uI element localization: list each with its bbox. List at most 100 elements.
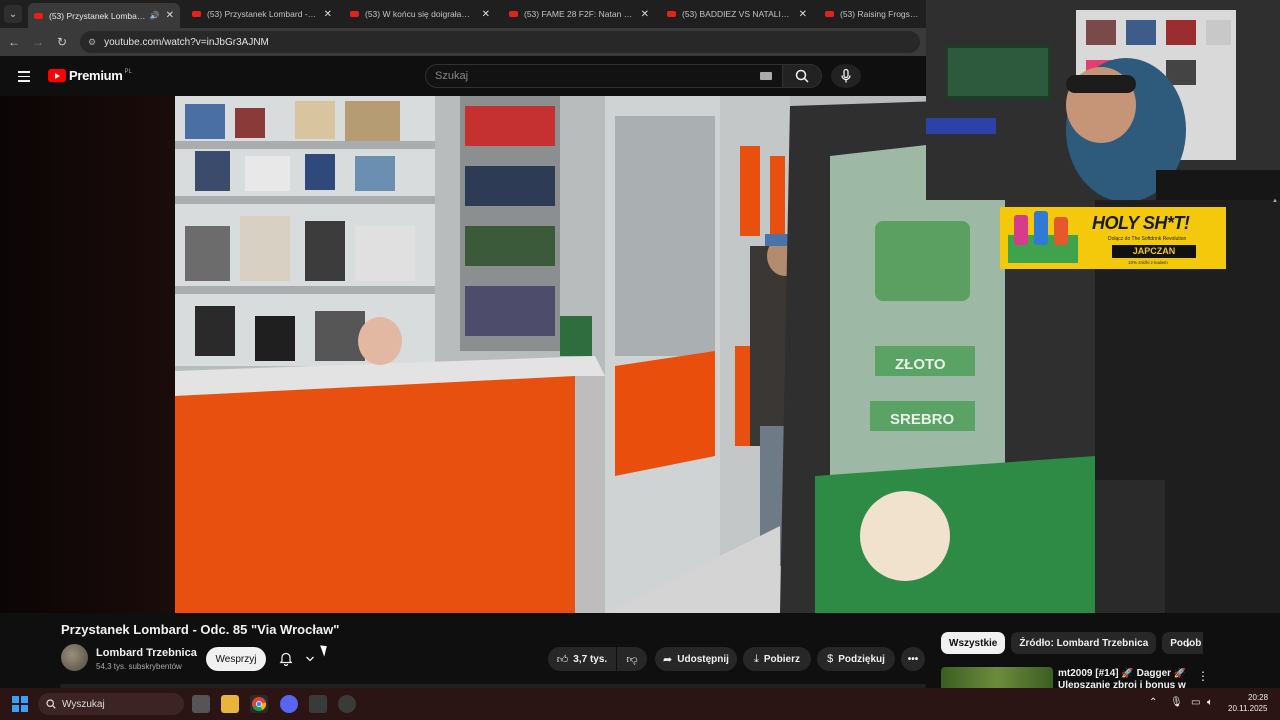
- windows-start-icon[interactable]: [12, 696, 28, 712]
- chevron-right-icon[interactable]: ›: [1186, 637, 1200, 651]
- search-icon: [795, 69, 809, 83]
- site-info-icon[interactable]: ⚙: [88, 37, 96, 48]
- download-label: Pobierz: [763, 653, 800, 665]
- address-bar[interactable]: ⚙ youtube.com/watch?v=inJbGr3AJNM: [80, 31, 920, 53]
- ad-discount: 10% zniżki z kodem: [1128, 260, 1168, 265]
- tab-title: (53) BADDIEZ VS NATALIE WAY: [682, 9, 793, 19]
- discord-icon[interactable]: [280, 695, 298, 713]
- speaker-icon[interactable]: 🔊: [150, 11, 160, 20]
- browser-tab[interactable]: (53) FAME 28 F2F: Natan Marco ✕: [503, 3, 655, 25]
- search-icon: [46, 699, 56, 709]
- more-vertical-icon[interactable]: ⋮: [1197, 669, 1209, 683]
- taskbar-clock-date[interactable]: 20.11.2025: [1228, 704, 1267, 713]
- bell-icon: [279, 652, 293, 666]
- taskbar-search-input[interactable]: Wyszukaj: [38, 693, 184, 715]
- back-arrow-icon[interactable]: ←: [6, 34, 22, 50]
- chip-source-channel[interactable]: Źródło: Lombard Trzebnica: [1011, 632, 1157, 654]
- ad-brand: JAPCZAN: [1112, 245, 1196, 258]
- download-button[interactable]: ⤓ Pobierz: [743, 647, 811, 671]
- chrome-icon[interactable]: [250, 695, 268, 713]
- country-code: PL: [124, 68, 132, 75]
- more-actions-button[interactable]: •••: [901, 647, 925, 671]
- app-window-icon[interactable]: [309, 695, 327, 713]
- tab-title: (53) Przystanek Lombard - Odc: [207, 9, 318, 19]
- share-button[interactable]: ➦ Udostępnij: [655, 647, 737, 671]
- ad-product-illustration: [1000, 207, 1090, 269]
- youtube-play-logo-icon: [48, 69, 66, 82]
- taskbar-search-placeholder: Wyszukaj: [62, 698, 105, 710]
- taskbar-clock-time[interactable]: 20:28: [1248, 693, 1268, 702]
- ad-tagline: Dołącz do The Softdrink Revolution: [1108, 236, 1187, 242]
- share-arrow-icon: ➦: [663, 653, 673, 666]
- super-thanks-icon: $: [827, 653, 834, 665]
- recommendation-title[interactable]: mt2009 [#14] 🚀 Dagger 🚀 Ulepszanie zbroi…: [1058, 668, 1192, 688]
- close-tab-icon[interactable]: ✕: [641, 9, 649, 20]
- mouse-cursor-icon: [320, 643, 330, 657]
- browser-tab-active[interactable]: (53) Przystanek Lombard - O 🔊 ✕: [28, 3, 180, 28]
- tab-title: (53) Raising Frogs to Pla: [840, 9, 920, 19]
- download-icon: ⤓: [754, 652, 759, 665]
- menu-hamburger-icon[interactable]: [18, 71, 30, 85]
- share-label: Udostępnij: [677, 653, 729, 665]
- dislike-button[interactable]: 👎︎: [617, 647, 647, 671]
- chip-all[interactable]: Wszystkie: [941, 632, 1006, 654]
- youtube-logo[interactable]: Premium PL: [48, 68, 132, 83]
- notification-bell-button[interactable]: [273, 647, 321, 671]
- search-button[interactable]: [782, 64, 822, 88]
- obs-icon[interactable]: [338, 695, 356, 713]
- tray-overflow-chevron-icon[interactable]: ⌃: [1149, 697, 1157, 708]
- video-ambient-left: [0, 96, 175, 613]
- chevron-down-icon: [306, 656, 314, 662]
- chrome-logo-icon: [252, 697, 267, 712]
- like-button[interactable]: 👍︎ 3,7 tys.: [548, 647, 616, 671]
- support-button[interactable]: Wesprzyj: [206, 647, 266, 671]
- volume-icon[interactable]: 🔈︎: [1207, 697, 1213, 708]
- search-input[interactable]: Szukaj: [425, 64, 783, 88]
- thanks-button[interactable]: $ Podziękuj: [817, 647, 895, 671]
- streamer-webcam-overlay: [926, 0, 1280, 200]
- file-explorer-icon[interactable]: [221, 695, 239, 713]
- close-tab-icon[interactable]: ✕: [324, 9, 332, 20]
- microphone-icon: [841, 69, 851, 83]
- youtube-favicon-icon: [34, 12, 43, 19]
- channel-avatar[interactable]: [61, 644, 88, 671]
- task-view-icon[interactable]: [192, 695, 210, 713]
- tab-title: (53) Przystanek Lombard - O: [49, 10, 146, 21]
- logo-brand-text: Premium: [69, 68, 123, 83]
- subscriber-count: 54,3 tys. subskrybentów: [96, 662, 182, 671]
- close-tab-icon[interactable]: ✕: [166, 10, 174, 21]
- webcam-scene-illustration: [926, 0, 1280, 200]
- youtube-header: Premium PL Szukaj: [0, 56, 926, 96]
- reload-icon[interactable]: ↻: [54, 34, 70, 50]
- close-tab-icon[interactable]: ✕: [482, 9, 490, 20]
- more-horizontal-icon: •••: [907, 653, 919, 665]
- channel-name[interactable]: Lombard Trzebnica: [96, 647, 197, 659]
- thanks-label: Podziękuj: [838, 653, 885, 665]
- microphone-tray-icon[interactable]: 🎙︎: [1170, 697, 1183, 708]
- youtube-favicon-icon: [192, 11, 201, 17]
- video-title: Przystanek Lombard - Odc. 85 "Via Wrocła…: [61, 622, 340, 637]
- keyboard-icon[interactable]: [760, 72, 772, 80]
- tab-title: (53) W końcu się doigrałam - w: [365, 9, 476, 19]
- youtube-favicon-icon: [825, 11, 834, 17]
- browser-toolbar: ← → ↻ ⚙ youtube.com/watch?v=inJbGr3AJNM: [0, 28, 926, 56]
- shop-sign-silver: SREBRO: [890, 411, 955, 428]
- scrollbar-up-arrow-icon[interactable]: ▲: [1272, 198, 1278, 204]
- sponsor-ad-overlay: HOLY SH*T! Dołącz do The Softdrink Revol…: [1000, 207, 1226, 269]
- tab-title: (53) FAME 28 F2F: Natan Marco: [524, 9, 635, 19]
- browser-tab[interactable]: (53) Przystanek Lombard - Odc ✕: [186, 3, 338, 25]
- forward-arrow-icon[interactable]: →: [30, 34, 46, 50]
- voice-search-button[interactable]: [831, 64, 861, 88]
- shop-sign-gold: ZŁOTO: [895, 356, 946, 373]
- browser-tab[interactable]: (53) BADDIEZ VS NATALIE WAY ✕: [661, 3, 813, 25]
- browser-tab[interactable]: (53) W końcu się doigrałam - w ✕: [344, 3, 496, 25]
- tab-search-menu-button[interactable]: ⌄: [4, 5, 22, 23]
- youtube-favicon-icon: [667, 11, 676, 17]
- browser-tab[interactable]: (53) Raising Frogs to Pla: [819, 3, 926, 25]
- ad-headline: HOLY SH*T!: [1092, 213, 1190, 233]
- youtube-favicon-icon: [509, 11, 518, 17]
- search-placeholder: Szukaj: [435, 70, 469, 82]
- recommendation-thumbnail[interactable]: [941, 667, 1053, 688]
- close-tab-icon[interactable]: ✕: [799, 9, 807, 20]
- network-icon[interactable]: ▭: [1191, 697, 1200, 708]
